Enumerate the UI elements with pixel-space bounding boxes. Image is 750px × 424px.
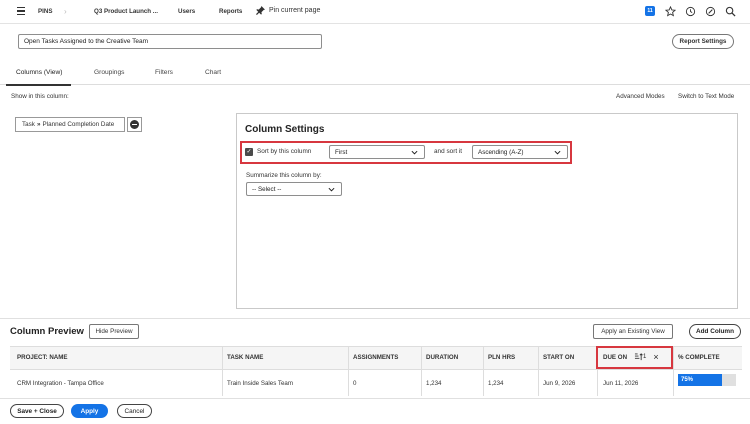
- summarize-value: -- Select --: [252, 186, 282, 193]
- top-navigation: PINS › Q3 Product Launch ... Users Repor…: [0, 0, 750, 24]
- column-preview-title: Column Preview: [10, 326, 84, 337]
- tab-groupings[interactable]: Groupings: [94, 69, 124, 76]
- summarize-select[interactable]: -- Select --: [246, 182, 342, 196]
- badge-count: 11: [645, 6, 655, 16]
- sort-by-column-label: Sort by this column: [257, 148, 312, 155]
- chevron-right-icon: ›: [64, 7, 67, 16]
- nav-reports[interactable]: Reports: [219, 8, 242, 15]
- advanced-modes-link[interactable]: Advanced Modes: [616, 93, 665, 100]
- sort-index: 1: [643, 354, 647, 360]
- percent-complete-bar: 75%: [678, 374, 736, 386]
- chip-separator: »: [36, 121, 41, 128]
- active-tab-indicator: [6, 84, 71, 86]
- cell-project: CRM Integration - Tampa Office: [17, 380, 104, 387]
- column-divider: [421, 346, 422, 396]
- column-header[interactable]: TASK NAME: [227, 354, 263, 361]
- sort-checkbox[interactable]: ✓: [245, 148, 253, 156]
- apply-existing-view-button[interactable]: Apply an Existing View: [593, 324, 673, 339]
- close-icon[interactable]: ×: [653, 352, 658, 362]
- cancel-button[interactable]: Cancel: [117, 404, 152, 418]
- sort-ascending-icon[interactable]: 1: [634, 353, 646, 361]
- column-header[interactable]: ASSIGNMENTS: [353, 354, 398, 361]
- remove-column-button[interactable]: [127, 117, 142, 132]
- column-header[interactable]: PROJECT: NAME: [17, 354, 68, 361]
- summarize-label: Summarize this column by:: [246, 172, 322, 179]
- cell-task: Train Inside Sales Team: [227, 380, 294, 387]
- column-field-chip[interactable]: Task » Planned Completion Date: [15, 117, 125, 132]
- report-title-input[interactable]: [18, 34, 322, 49]
- hide-preview-button[interactable]: Hide Preview: [89, 324, 139, 339]
- and-sort-it-label: and sort it: [434, 148, 463, 155]
- chip-object: Task: [22, 121, 35, 128]
- preview-divider: [0, 318, 750, 319]
- sort-direction-value: Ascending (A-Z): [478, 149, 524, 156]
- add-column-button[interactable]: Add Column: [689, 324, 741, 339]
- report-settings-button[interactable]: Report Settings: [672, 34, 734, 49]
- column-settings-title: Column Settings: [245, 124, 325, 135]
- cell-pln-hrs: 1,234: [488, 380, 504, 387]
- switch-to-text-mode-link[interactable]: Switch to Text Mode: [678, 93, 734, 100]
- cell-assignments: 0: [353, 380, 357, 387]
- sort-order-value: First: [335, 149, 348, 156]
- column-divider: [673, 346, 674, 396]
- sort-order-select[interactable]: First: [329, 145, 425, 159]
- cell-start-on: Jun 9, 2026: [543, 380, 576, 387]
- chevron-down-icon: [328, 187, 335, 192]
- show-in-column-label: Show in this column:: [11, 93, 69, 100]
- save-close-button[interactable]: Save + Close: [10, 404, 64, 418]
- chevron-down-icon: [554, 150, 561, 155]
- apply-button[interactable]: Apply: [71, 404, 108, 418]
- footer-divider: [0, 398, 750, 399]
- tab-columns-view[interactable]: Columns (View): [16, 69, 62, 76]
- column-divider: [538, 346, 539, 396]
- column-header[interactable]: DURATION: [426, 354, 458, 361]
- chip-field: Planned Completion Date: [42, 121, 115, 128]
- pin-icon: [256, 6, 265, 15]
- column-divider: [348, 346, 349, 396]
- search-icon[interactable]: [724, 5, 736, 17]
- star-icon[interactable]: [664, 5, 676, 17]
- column-header[interactable]: START ON: [543, 354, 574, 361]
- column-divider: [483, 346, 484, 396]
- menu-icon[interactable]: [17, 7, 25, 16]
- minus-icon: [130, 120, 139, 129]
- chevron-down-icon: [411, 150, 418, 155]
- edit-icon[interactable]: [704, 5, 716, 17]
- tab-filters[interactable]: Filters: [155, 69, 173, 76]
- tab-chart[interactable]: Chart: [205, 69, 221, 76]
- column-header[interactable]: % COMPLETE: [678, 354, 720, 361]
- nav-users[interactable]: Users: [178, 8, 195, 15]
- sort-direction-select[interactable]: Ascending (A-Z): [472, 145, 568, 159]
- cell-duration: 1,234: [426, 380, 442, 387]
- pin-current-page-link[interactable]: Pin current page: [256, 6, 320, 15]
- column-divider: [222, 346, 223, 396]
- nav-report-name[interactable]: Q3 Product Launch ...: [94, 8, 158, 15]
- notifications-badge[interactable]: 11: [644, 5, 656, 17]
- nav-section-pins[interactable]: PINS: [38, 8, 52, 15]
- percent-complete-fill: 75%: [678, 374, 722, 386]
- pin-label: Pin current page: [269, 7, 321, 14]
- history-icon[interactable]: [684, 5, 696, 17]
- column-header[interactable]: PLN HRS: [488, 354, 515, 361]
- cell-due-on: Jun 11, 2026: [603, 380, 639, 387]
